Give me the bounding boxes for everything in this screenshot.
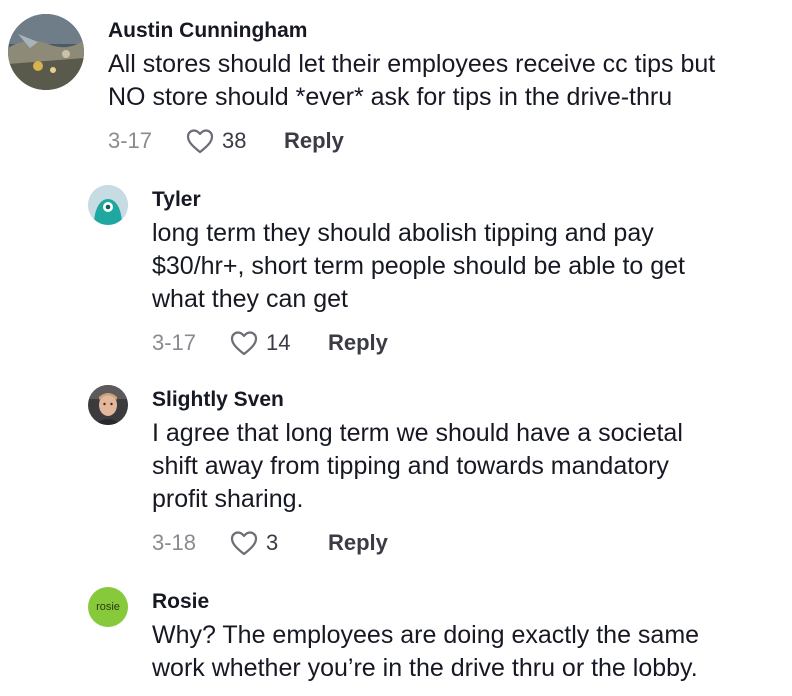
- like-count: 38: [222, 128, 247, 153]
- author-name[interactable]: Slightly Sven: [152, 387, 782, 413]
- comment-date: 3-18: [152, 530, 197, 555]
- heart-icon[interactable]: [230, 530, 258, 556]
- comment-date: 3-17: [108, 128, 153, 153]
- comment-date: 3-17: [152, 330, 197, 355]
- like-count: 14: [266, 330, 291, 355]
- author-name[interactable]: Austin Cunningham: [108, 18, 782, 44]
- like-count: 3: [266, 530, 279, 555]
- comment-text: I agree that long term we should have a …: [152, 419, 683, 513]
- avatar[interactable]: rosie: [88, 587, 128, 627]
- avatar[interactable]: [8, 14, 84, 90]
- heart-icon[interactable]: [230, 330, 258, 356]
- avatar[interactable]: [88, 185, 128, 225]
- heart-icon[interactable]: [186, 128, 214, 154]
- author-name[interactable]: Rosie: [152, 589, 782, 615]
- reply-button[interactable]: Reply: [328, 530, 388, 556]
- comment-text: All stores should let their employees re…: [108, 50, 716, 111]
- avatar[interactable]: [88, 385, 128, 425]
- reply-button[interactable]: Reply: [328, 330, 388, 356]
- comment-text: long term they should abolish tipping an…: [152, 219, 685, 313]
- like-button[interactable]: 14: [230, 330, 328, 356]
- like-button[interactable]: 3: [230, 530, 328, 556]
- comment-text: Why? The employees are doing exactly the…: [152, 621, 700, 682]
- like-button[interactable]: 38: [186, 128, 284, 154]
- avatar-label: rosie: [96, 601, 120, 613]
- author-name[interactable]: Tyler: [152, 187, 782, 213]
- reply-button[interactable]: Reply: [284, 128, 344, 154]
